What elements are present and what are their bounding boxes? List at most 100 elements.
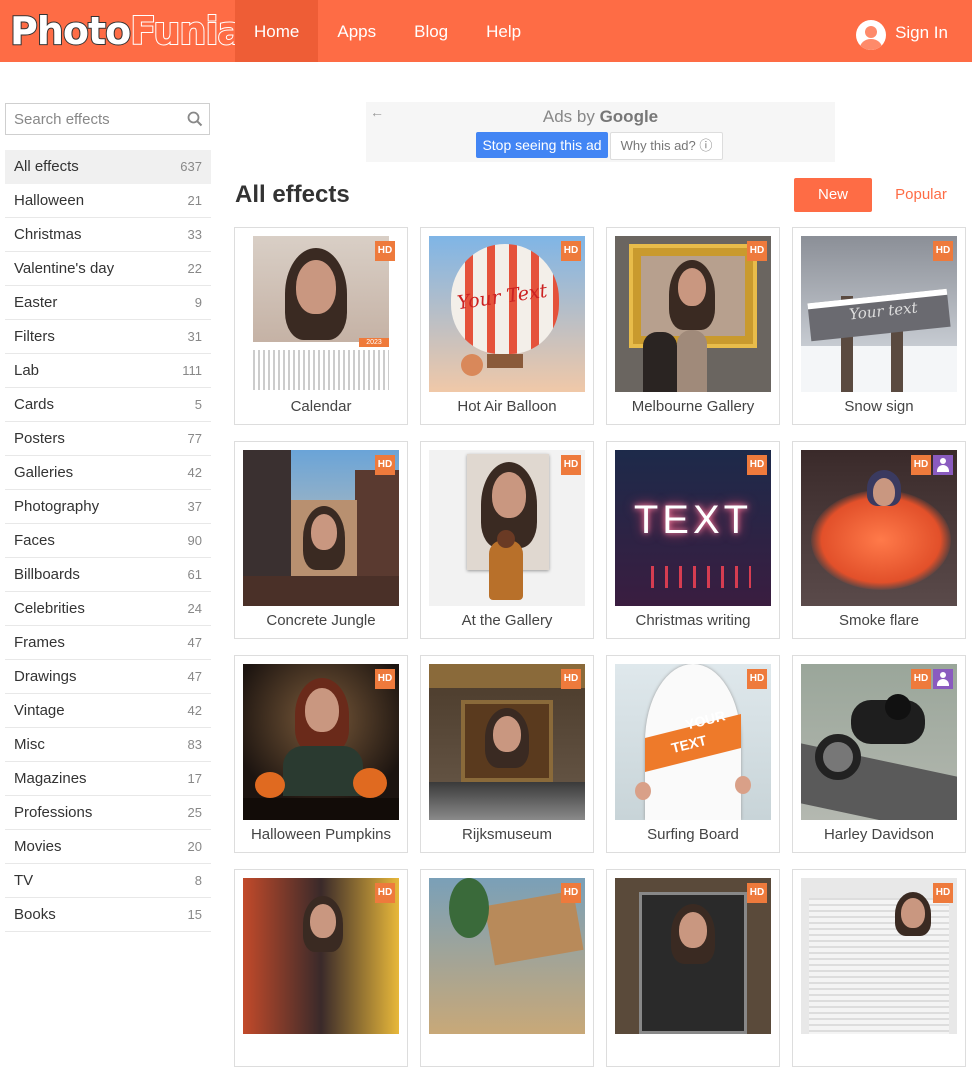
hd-badge: HD <box>375 669 395 689</box>
effect-card-halloween-pumpkins[interactable]: HD Halloween Pumpkins <box>234 655 408 853</box>
sidebar-item-count: 47 <box>187 635 202 650</box>
sidebar-item-label: Cards <box>14 396 55 413</box>
sidebar-item-count: 22 <box>187 261 202 276</box>
hd-badge: HD <box>933 883 953 903</box>
why-this-ad-button[interactable]: Why this ad? ⓘ <box>610 132 723 160</box>
page-title: All effects <box>235 181 350 208</box>
search-icon[interactable] <box>187 111 203 127</box>
sidebar-item-movies[interactable]: Movies 20 <box>5 830 211 864</box>
sidebar-item-label: All effects <box>14 158 79 175</box>
effect-card-calendar[interactable]: 2023 HD Calendar <box>234 227 408 425</box>
sidebar-item-label: Magazines <box>14 770 87 787</box>
hd-badge: HD <box>561 241 581 261</box>
sidebar-item-easter[interactable]: Easter 9 <box>5 286 211 320</box>
sidebar-item-celebrities[interactable]: Celebrities 24 <box>5 592 211 626</box>
photofunia-logo[interactable]: Photo Funia <box>9 8 244 54</box>
sidebar-item-filters[interactable]: Filters 31 <box>5 320 211 354</box>
effect-card-snow-sign[interactable]: Your text HD Snow sign <box>792 227 966 425</box>
hd-badge: HD <box>933 241 953 261</box>
sidebar-item-christmas[interactable]: Christmas 33 <box>5 218 211 252</box>
effect-label[interactable]: Rijksmuseum <box>421 826 593 843</box>
effect-label[interactable]: Concrete Jungle <box>235 612 407 629</box>
effect-label[interactable]: At the Gallery <box>421 612 593 629</box>
sidebar-item-count: 9 <box>194 295 202 310</box>
stop-seeing-ad-button[interactable]: Stop seeing this ad <box>476 132 608 158</box>
search-input[interactable] <box>6 104 176 134</box>
category-list: All effects 637 Halloween 21 Christmas 33 Vale… <box>5 150 211 932</box>
sign-in-button[interactable]: Sign In <box>856 16 948 50</box>
sidebar-item-faces[interactable]: Faces 90 <box>5 524 211 558</box>
effect-card-effect-14[interactable]: HD <box>420 869 594 1067</box>
effect-label[interactable]: Hot Air Balloon <box>421 398 593 415</box>
effect-card-harley-davidson[interactable]: HD Harley Davidson <box>792 655 966 853</box>
sign-in-label: Sign In <box>895 23 948 42</box>
sidebar-item-count: 637 <box>180 159 202 174</box>
effect-label[interactable]: Surfing Board <box>607 826 779 843</box>
sidebar-item-posters[interactable]: Posters 77 <box>5 422 211 456</box>
sort-new-button[interactable]: New <box>794 178 872 212</box>
effect-card-effect-15[interactable]: HD <box>606 869 780 1067</box>
effect-label[interactable]: Calendar <box>235 398 407 415</box>
sidebar-item-drawings[interactable]: Drawings 47 <box>5 660 211 694</box>
sidebar-item-misc[interactable]: Misc 83 <box>5 728 211 762</box>
sidebar-item-tv[interactable]: TV 8 <box>5 864 211 898</box>
sidebar-item-photography[interactable]: Photography 37 <box>5 490 211 524</box>
effect-card-rijksmuseum[interactable]: HD Rijksmuseum <box>420 655 594 853</box>
sidebar-item-galleries[interactable]: Galleries 42 <box>5 456 211 490</box>
hd-badge: HD <box>375 455 395 475</box>
sidebar-item-label: Frames <box>14 634 65 651</box>
sidebar-item-frames[interactable]: Frames 47 <box>5 626 211 660</box>
sidebar-item-label: Professions <box>14 804 93 821</box>
effect-card-smoke-flare[interactable]: HD Smoke flare <box>792 441 966 639</box>
sidebar-item-lab[interactable]: Lab 111 <box>5 354 211 388</box>
sidebar-item-label: Lab <box>14 362 40 379</box>
sidebar-item-all-effects[interactable]: All effects 637 <box>5 150 211 184</box>
sidebar-item-count: 42 <box>187 703 202 718</box>
effect-card-effect-13[interactable]: HD <box>234 869 408 1067</box>
sidebar-item-valentine-s-day[interactable]: Valentine's day 22 <box>5 252 211 286</box>
sidebar-item-billboards[interactable]: Billboards 61 <box>5 558 211 592</box>
effect-card-hot-air-balloon[interactable]: Your Text HD Hot Air Balloon <box>420 227 594 425</box>
sidebar-item-count: 42 <box>187 465 202 480</box>
sidebar-item-vintage[interactable]: Vintage 42 <box>5 694 211 728</box>
sidebar-item-professions[interactable]: Professions 25 <box>5 796 211 830</box>
effect-card-surfing-board[interactable]: YOUR TEXT HD Surfing Board <box>606 655 780 853</box>
sidebar-item-count: 17 <box>187 771 202 786</box>
effect-card-christmas-writing[interactable]: TEXT HD Christmas writing <box>606 441 780 639</box>
hd-badge: HD <box>747 241 767 261</box>
sidebar-item-halloween[interactable]: Halloween 21 <box>5 184 211 218</box>
top-header: Photo Funia Home Apps Blog Help Sign In <box>0 0 972 62</box>
sidebar-item-count: 8 <box>194 873 202 888</box>
hd-badge: HD <box>561 455 581 475</box>
sidebar-item-cards[interactable]: Cards 5 <box>5 388 211 422</box>
effect-label[interactable]: Halloween Pumpkins <box>235 826 407 843</box>
ad-title-brand: Google <box>599 107 659 126</box>
sidebar-item-count: 90 <box>187 533 202 548</box>
effect-card-concrete-jungle[interactable]: HD Concrete Jungle <box>234 441 408 639</box>
sidebar-item-count: 33 <box>187 227 202 242</box>
effect-label[interactable]: Melbourne Gallery <box>607 398 779 415</box>
effect-card-effect-16[interactable]: HD <box>792 869 966 1067</box>
search-box <box>5 103 210 135</box>
ad-title: Ads by Google <box>366 107 835 127</box>
effect-label[interactable]: Harley Davidson <box>793 826 965 843</box>
effect-label[interactable]: Christmas writing <box>607 612 779 629</box>
sidebar: All effects 637 Halloween 21 Christmas 33 Vale… <box>5 103 211 932</box>
nav-home[interactable]: Home <box>235 0 319 62</box>
effect-label[interactable]: Smoke flare <box>793 612 965 629</box>
sidebar-item-count: 25 <box>187 805 202 820</box>
sidebar-item-label: Celebrities <box>14 600 85 617</box>
calendar-year: 2023 <box>359 338 389 347</box>
sidebar-item-label: Filters <box>14 328 55 345</box>
nav-apps[interactable]: Apps <box>318 0 395 62</box>
effect-card-melbourne-gallery[interactable]: HD Melbourne Gallery <box>606 227 780 425</box>
nav-blog[interactable]: Blog <box>395 0 467 62</box>
effect-card-at-the-gallery[interactable]: HD At the Gallery <box>420 441 594 639</box>
nav-help[interactable]: Help <box>467 0 540 62</box>
sidebar-item-label: Posters <box>14 430 65 447</box>
effect-label[interactable]: Snow sign <box>793 398 965 415</box>
sort-popular-button[interactable]: Popular <box>882 178 960 212</box>
sidebar-item-magazines[interactable]: Magazines 17 <box>5 762 211 796</box>
sidebar-item-count: 24 <box>187 601 202 616</box>
sidebar-item-books[interactable]: Books 15 <box>5 898 211 932</box>
